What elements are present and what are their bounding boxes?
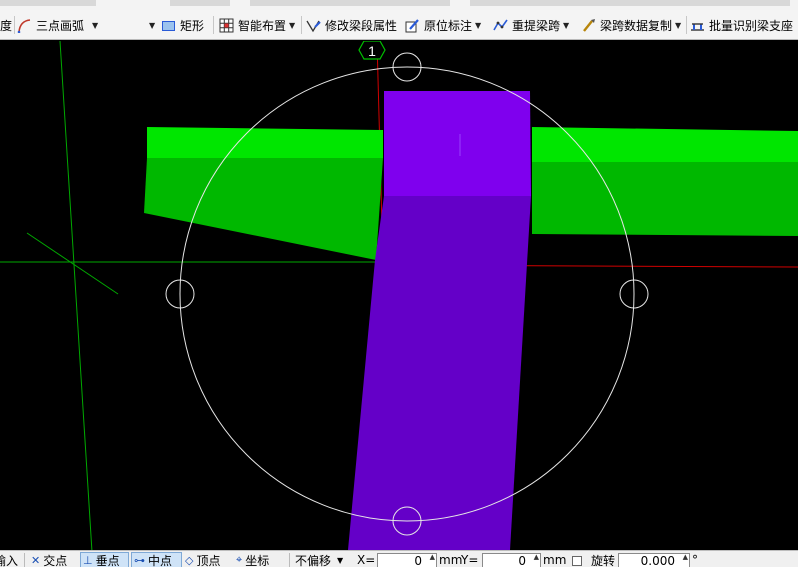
smart-layout-label: 智能布置 xyxy=(238,18,287,33)
spinner-arrows-icon[interactable]: ▲ xyxy=(534,554,539,561)
rectangle-button[interactable]: 矩形 xyxy=(161,14,204,36)
modify-beam-label: 修改梁段属性 xyxy=(325,18,398,33)
snap-coordinate-button[interactable]: ⌖ 坐标 xyxy=(236,552,269,567)
toolbar-fragment xyxy=(0,0,96,6)
viewport-canvas[interactable]: 1 xyxy=(0,41,798,550)
rotate-label: 旋转 xyxy=(591,552,615,567)
copy-span-label: 梁跨数据复制 xyxy=(600,18,673,33)
batch-identify-support-button[interactable]: 批量识别梁支座 xyxy=(690,14,793,36)
intersection-icon: ✕ xyxy=(31,553,41,567)
offset-select-value: 不偏移 xyxy=(295,553,332,567)
y-coordinate-label: Y= xyxy=(461,552,478,567)
toolbar-fragment xyxy=(170,0,230,6)
rotate-value: 0.000 xyxy=(640,554,675,567)
toolbar-edge-item[interactable]: 度 xyxy=(0,14,12,36)
rectangle-icon xyxy=(161,18,176,33)
axis-marker-label: 1 xyxy=(368,43,376,59)
drawing-viewport[interactable]: 1 xyxy=(0,41,798,550)
perpendicular-icon: ⊥ xyxy=(83,553,93,567)
degree-symbol: ° xyxy=(692,552,698,567)
repick-span-label: 重提梁跨 xyxy=(512,18,561,33)
toolbar-separator xyxy=(686,16,687,34)
intersection-label: 交点 xyxy=(43,553,68,567)
perpendicular-label: 垂点 xyxy=(95,553,120,567)
x-unit-text: mm xyxy=(439,553,463,567)
vertex-icon: ◇ xyxy=(185,553,194,567)
smart-layout-button[interactable]: 智能布置 ▼ xyxy=(219,14,295,36)
left-beam-top[interactable] xyxy=(147,127,383,158)
x-value: 0 xyxy=(414,554,422,567)
support-identify-icon xyxy=(690,18,705,33)
toolbar-separator xyxy=(14,16,15,34)
modify-beam-attributes-button[interactable]: 修改梁段属性 xyxy=(306,14,397,36)
chevron-down-icon: ▼ xyxy=(475,20,482,30)
snap-perpendicular-button[interactable]: ⊥ 垂点 xyxy=(80,552,129,567)
snap-midpoint-button[interactable]: ⊶ 中点 xyxy=(131,552,182,567)
left-beam-side[interactable] xyxy=(144,158,383,260)
rectangle-label: 矩形 xyxy=(180,18,205,33)
main-toolbar: 度 三点画弧 ▼ ▼ 矩形 智能布置 ▼ 修改梁段属性 原位标注 ▼ 重提梁跨 … xyxy=(0,10,798,40)
midpoint-label: 中点 xyxy=(148,553,173,567)
copy-span-data-button[interactable]: 梁跨数据复制 ▼ xyxy=(581,14,681,36)
span-pick-icon xyxy=(493,18,508,33)
column-top-face[interactable] xyxy=(384,91,531,196)
midpoint-icon: ⊶ xyxy=(134,553,145,567)
chevron-down-icon: ▼ xyxy=(563,20,570,30)
right-beam-side[interactable] xyxy=(532,162,798,236)
status-bar: 输入 ✕ 交点 ⊥ 垂点 ⊶ 中点 ◇ 顶点 ⌖ 坐标 不偏移 ▼ X= 0 ▲… xyxy=(0,550,798,567)
x-label-text: X= xyxy=(357,553,376,567)
chevron-down-icon: ▼ xyxy=(149,20,156,30)
chevron-down-icon: ▼ xyxy=(289,20,296,30)
y-coordinate-input[interactable]: 0 ▲ xyxy=(482,553,541,567)
batch-identify-label: 批量识别梁支座 xyxy=(709,18,794,33)
offset-select[interactable]: 不偏移 ▼ xyxy=(295,552,350,567)
annotation-pen-icon xyxy=(405,18,420,33)
spinner-arrows-icon[interactable]: ▲ xyxy=(430,554,435,561)
grid-layout-icon xyxy=(219,18,234,33)
rotate-label-text: 旋转 xyxy=(591,553,616,567)
chevron-down-icon: ▼ xyxy=(337,555,344,565)
rotate-angle-input[interactable]: 0.000 ▲ xyxy=(618,553,690,567)
x-coordinate-label: X= xyxy=(357,552,375,567)
vertex-label: 顶点 xyxy=(196,553,221,567)
inplace-annotation-button[interactable]: 原位标注 ▼ xyxy=(405,14,481,36)
x-unit-label: mm xyxy=(439,552,462,567)
input-mode-button[interactable]: 输入 xyxy=(0,552,18,567)
status-separator xyxy=(24,553,25,567)
coordinate-icon: ⌖ xyxy=(236,553,243,566)
snap-intersection-button[interactable]: ✕ 交点 xyxy=(31,552,67,567)
arc-mode-dropdown[interactable]: ▼ xyxy=(89,14,98,36)
inplace-label: 原位标注 xyxy=(424,18,473,33)
y-label-text: Y= xyxy=(461,553,479,567)
beam-edit-icon xyxy=(306,18,321,33)
y-unit-text: mm xyxy=(543,553,567,567)
edge-label: 度 xyxy=(0,18,13,33)
snap-vertex-button[interactable]: ◇ 顶点 xyxy=(185,552,220,567)
y-value: 0 xyxy=(518,554,526,567)
status-separator xyxy=(289,553,290,567)
repick-span-button[interactable]: 重提梁跨 ▼ xyxy=(493,14,569,36)
brush-icon xyxy=(581,18,596,33)
toolbar-fragment xyxy=(250,0,450,6)
coordinate-label: 坐标 xyxy=(245,553,270,567)
chevron-down-icon: ▼ xyxy=(92,20,99,30)
toolbar-separator xyxy=(301,16,302,34)
right-beam-top[interactable] xyxy=(532,127,798,162)
input-mode-label: 输入 xyxy=(0,553,19,567)
arc-icon xyxy=(17,18,32,33)
chevron-down-icon: ▼ xyxy=(675,20,682,30)
toolbar-separator xyxy=(213,16,214,34)
arc-options-dropdown[interactable]: ▼ xyxy=(146,14,155,36)
green-grid-line-vertical xyxy=(59,41,93,550)
x-coordinate-input[interactable]: 0 ▲ xyxy=(377,553,437,567)
arc-label: 三点画弧 xyxy=(36,18,85,33)
three-point-arc-button[interactable]: 三点画弧 xyxy=(17,14,84,36)
rotate-checkbox[interactable] xyxy=(572,556,582,566)
degree-symbol-text: ° xyxy=(692,553,698,567)
spinner-arrows-icon[interactable]: ▲ xyxy=(683,554,688,561)
toolbar-fragment xyxy=(470,0,790,6)
y-unit-label: mm xyxy=(543,552,566,567)
